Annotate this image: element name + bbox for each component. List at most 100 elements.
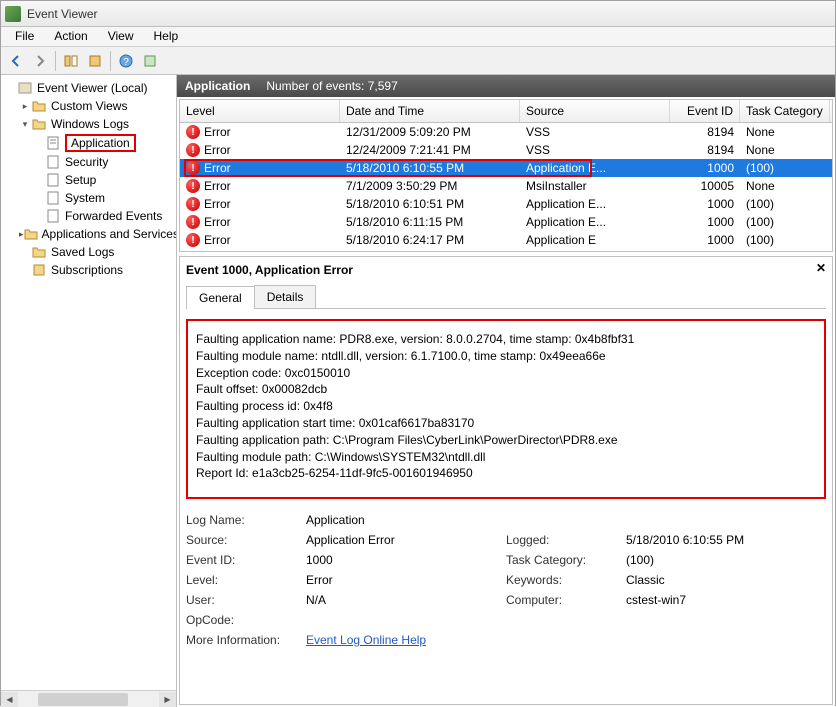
taskcat-label: Task Category: bbox=[506, 553, 626, 567]
nav-tree: Event Viewer (Local) ▸Custom Views ▾Wind… bbox=[1, 75, 176, 283]
logged-value: 5/18/2010 6:10:55 PM bbox=[626, 533, 826, 547]
source-label: Source: bbox=[186, 533, 306, 547]
tree-saved-logs[interactable]: Saved Logs bbox=[3, 243, 174, 261]
col-date[interactable]: Date and Time bbox=[340, 100, 520, 122]
eventid-label: Event ID: bbox=[186, 553, 306, 567]
opcode-label: OpCode: bbox=[186, 613, 306, 627]
menu-help[interactable]: Help bbox=[144, 27, 189, 46]
saved-icon bbox=[31, 244, 47, 260]
table-row[interactable]: !Error12/31/2009 5:09:20 PMVSS8194None bbox=[180, 123, 832, 141]
tree-setup[interactable]: Setup bbox=[3, 171, 174, 189]
grid-header: Level Date and Time Source Event ID Task… bbox=[180, 100, 832, 123]
event-count: Number of events: 7,597 bbox=[266, 79, 397, 93]
close-icon[interactable]: ✕ bbox=[816, 261, 826, 275]
toolbar-separator bbox=[110, 51, 111, 71]
window-title: Event Viewer bbox=[27, 7, 831, 21]
table-row[interactable]: !Error5/18/2010 6:24:17 PMApplication E1… bbox=[180, 231, 832, 249]
event-description: Faulting application name: PDR8.exe, ver… bbox=[186, 319, 826, 499]
event-meta: Log Name: Application Source: Applicatio… bbox=[186, 513, 826, 647]
tree-root[interactable]: Event Viewer (Local) bbox=[3, 79, 174, 97]
col-source[interactable]: Source bbox=[520, 100, 670, 122]
folder-icon bbox=[24, 226, 38, 242]
menu-file[interactable]: File bbox=[5, 27, 44, 46]
log-icon bbox=[45, 154, 61, 170]
log-icon bbox=[45, 190, 61, 206]
level-label: Level: bbox=[186, 573, 306, 587]
error-icon: ! bbox=[186, 179, 200, 193]
app-icon bbox=[5, 6, 21, 22]
eventid-value: 1000 bbox=[306, 553, 506, 567]
table-row[interactable]: !Error5/18/2010 6:10:51 PMApplication E.… bbox=[180, 195, 832, 213]
moreinfo-label: More Information: bbox=[186, 633, 306, 647]
tree-windows-logs[interactable]: ▾Windows Logs bbox=[3, 115, 174, 133]
folder-open-icon bbox=[31, 116, 47, 132]
show-hide-tree-button[interactable] bbox=[60, 50, 82, 72]
scroll-track[interactable] bbox=[18, 692, 159, 707]
tree-subscriptions[interactable]: Subscriptions bbox=[3, 261, 174, 279]
event-log-help-link[interactable]: Event Log Online Help bbox=[306, 633, 426, 647]
keywords-value: Classic bbox=[626, 573, 826, 587]
tree-apps-services[interactable]: ▸Applications and Services Logs bbox=[3, 225, 174, 243]
log-icon bbox=[45, 172, 61, 188]
error-icon: ! bbox=[186, 143, 200, 157]
tab-general[interactable]: General bbox=[186, 286, 255, 309]
toolbar: ? bbox=[1, 47, 835, 75]
refresh-button[interactable] bbox=[139, 50, 161, 72]
user-value: N/A bbox=[306, 593, 506, 607]
logname-value: Application bbox=[306, 513, 506, 527]
toolbar-separator bbox=[55, 51, 56, 71]
level-value: Error bbox=[306, 573, 506, 587]
scroll-left-icon[interactable]: ◀ bbox=[1, 692, 18, 707]
error-icon: ! bbox=[186, 125, 200, 139]
logname-label: Log Name: bbox=[186, 513, 306, 527]
error-icon: ! bbox=[186, 215, 200, 229]
log-icon bbox=[45, 135, 61, 151]
table-row[interactable]: !Error7/1/2009 3:50:29 PMMsiInstaller100… bbox=[180, 177, 832, 195]
computer-label: Computer: bbox=[506, 593, 626, 607]
error-icon: ! bbox=[186, 233, 200, 247]
events-grid: Level Date and Time Source Event ID Task… bbox=[179, 99, 833, 252]
logged-label: Logged: bbox=[506, 533, 626, 547]
back-button[interactable] bbox=[5, 50, 27, 72]
table-row[interactable]: !Error12/24/2009 7:21:41 PMVSS8194None bbox=[180, 141, 832, 159]
forward-button[interactable] bbox=[29, 50, 51, 72]
grid-body: !Error12/31/2009 5:09:20 PMVSS8194None!E… bbox=[180, 123, 832, 251]
content-header: Application Number of events: 7,597 bbox=[177, 75, 835, 97]
help-button[interactable]: ? bbox=[115, 50, 137, 72]
titlebar: Event Viewer bbox=[1, 1, 835, 27]
computer-value: cstest-win7 bbox=[626, 593, 826, 607]
tree-application[interactable]: Application bbox=[3, 133, 174, 153]
tree-forwarded[interactable]: Forwarded Events bbox=[3, 207, 174, 225]
eventviewer-icon bbox=[17, 80, 33, 96]
sidebar: Event Viewer (Local) ▸Custom Views ▾Wind… bbox=[1, 75, 177, 707]
content-title: Application bbox=[185, 79, 250, 93]
properties-button[interactable] bbox=[84, 50, 106, 72]
keywords-label: Keywords: bbox=[506, 573, 626, 587]
menubar: File Action View Help bbox=[1, 27, 835, 47]
scroll-right-icon[interactable]: ▶ bbox=[159, 692, 176, 707]
subscriptions-icon bbox=[31, 262, 47, 278]
folder-icon bbox=[31, 98, 47, 114]
menu-view[interactable]: View bbox=[98, 27, 144, 46]
sidebar-hscroll[interactable]: ◀ ▶ bbox=[1, 690, 176, 707]
tab-details[interactable]: Details bbox=[254, 285, 317, 308]
tree-custom-views[interactable]: ▸Custom Views bbox=[3, 97, 174, 115]
table-row[interactable]: !Error5/18/2010 6:10:55 PMApplication E.… bbox=[180, 159, 832, 177]
taskcat-value: (100) bbox=[626, 553, 826, 567]
error-icon: ! bbox=[186, 197, 200, 211]
scroll-thumb[interactable] bbox=[38, 693, 128, 706]
col-level[interactable]: Level bbox=[180, 100, 340, 122]
source-value: Application Error bbox=[306, 533, 506, 547]
tree-system[interactable]: System bbox=[3, 189, 174, 207]
table-row[interactable]: !Error5/18/2010 6:11:15 PMApplication E.… bbox=[180, 213, 832, 231]
col-taskcategory[interactable]: Task Category bbox=[740, 100, 830, 122]
log-icon bbox=[45, 208, 61, 224]
svg-text:?: ? bbox=[123, 57, 129, 68]
menu-action[interactable]: Action bbox=[44, 27, 97, 46]
content-area: Application Number of events: 7,597 Leve… bbox=[177, 75, 835, 707]
error-icon: ! bbox=[186, 161, 200, 175]
tree-security[interactable]: Security bbox=[3, 153, 174, 171]
col-eventid[interactable]: Event ID bbox=[670, 100, 740, 122]
user-label: User: bbox=[186, 593, 306, 607]
details-pane: ✕ Event 1000, Application Error General … bbox=[179, 256, 833, 705]
